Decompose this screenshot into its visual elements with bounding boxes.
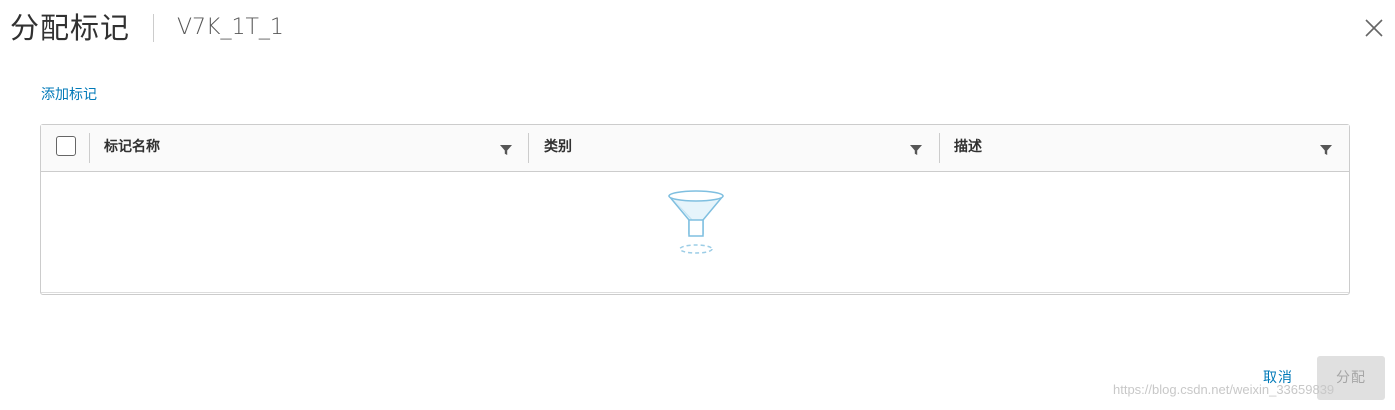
select-all-checkbox[interactable] [56,136,76,156]
title-divider [153,14,154,42]
grid-footer-divider [41,292,1349,293]
filter-icon [1320,145,1332,155]
grid-header: 标记名称 类别 描述 [41,125,1349,172]
dialog-header: 分配标记 V7K_1T_1 [0,0,1395,60]
tags-grid: 标记名称 类别 描述 [40,124,1350,295]
grid-body [41,173,1349,293]
close-icon [1365,19,1383,37]
tag-name-filter-button[interactable] [499,142,513,156]
description-filter-button[interactable] [1319,142,1333,156]
dialog-subtitle: V7K_1T_1 [177,15,284,40]
close-button[interactable] [1362,16,1386,40]
column-separator[interactable] [528,133,529,163]
category-filter-button[interactable] [909,142,923,156]
column-header-category[interactable]: 类别 [544,138,572,156]
empty-funnel-icon [668,190,724,254]
column-separator[interactable] [89,133,90,163]
column-header-description[interactable]: 描述 [954,138,982,156]
column-separator[interactable] [939,133,940,163]
add-tag-link[interactable]: 添加标记 [41,86,97,104]
watermark: https://blog.csdn.net/weixin_33659839 [1113,382,1335,397]
dialog-title: 分配标记 [10,11,131,45]
filter-icon [500,145,512,155]
filter-icon [910,145,922,155]
column-header-tag-name[interactable]: 标记名称 [104,138,160,156]
